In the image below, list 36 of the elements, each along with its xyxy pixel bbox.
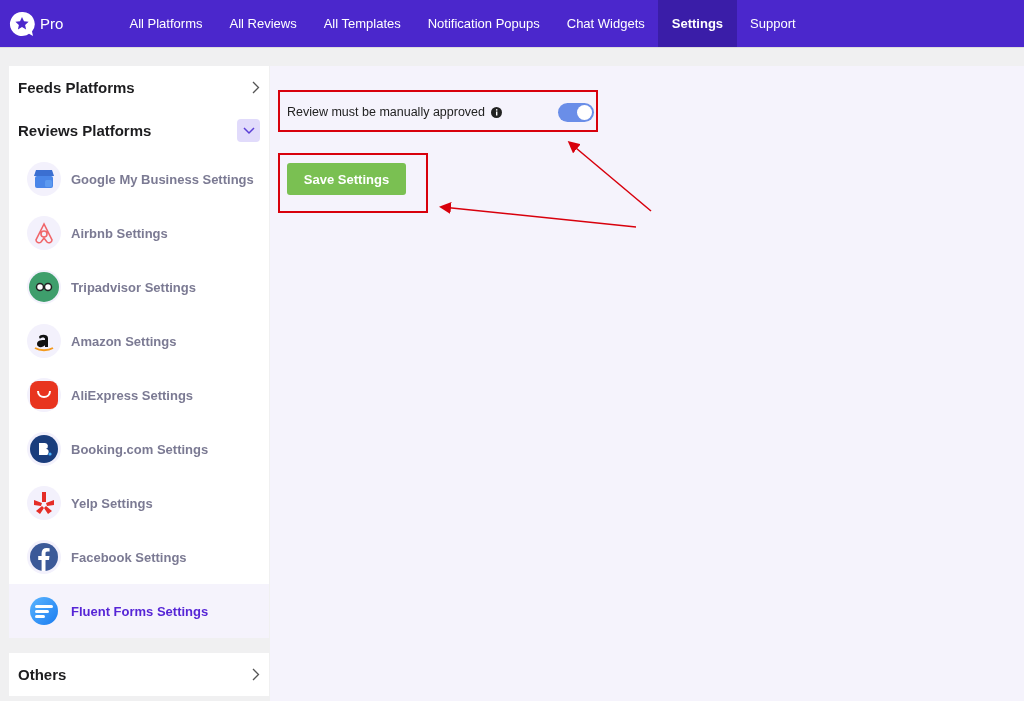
owl-eyes-icon <box>27 270 61 304</box>
nav-tab[interactable]: All Templates <box>310 0 415 47</box>
nav-tab[interactable]: All Platforms <box>116 0 216 47</box>
section-heading[interactable]: Feeds Platforms <box>18 79 135 96</box>
sidebar-item[interactable]: Facebook Settings <box>9 530 269 584</box>
nav-tab[interactable]: Notification Popups <box>414 0 554 47</box>
chevron-right-icon[interactable] <box>252 668 260 681</box>
storefront-icon <box>27 162 61 196</box>
shopping-bag-icon <box>27 378 61 412</box>
sidebar-item[interactable]: Amazon Settings <box>9 314 269 368</box>
section-heading[interactable]: Reviews Platforms <box>18 122 152 139</box>
star-bubble-logo-icon <box>9 10 35 37</box>
letter-f-icon <box>27 540 61 574</box>
sidebar-item[interactable]: Yelp Settings <box>9 476 269 530</box>
arch-logo-icon <box>27 216 61 250</box>
option-label: Review must be manually approved <box>287 105 486 119</box>
stacked-lines-icon <box>27 594 61 628</box>
sidebar-item[interactable]: Tripadvisor Settings <box>9 260 269 314</box>
letter-a-smile-icon <box>27 324 61 358</box>
nav-tab[interactable]: Chat Widgets <box>553 0 659 47</box>
brand-name: Pro <box>40 15 64 32</box>
section-heading[interactable]: Others <box>18 666 67 683</box>
toggle-switch[interactable] <box>558 102 594 122</box>
sidebar-item[interactable]: Booking.com Settings <box>9 422 269 476</box>
nav-tab[interactable]: Settings <box>658 0 737 47</box>
chevron-right-icon[interactable] <box>252 81 260 94</box>
letter-b-icon <box>27 432 61 466</box>
sidebar-item[interactable]: Fluent Forms Settings <box>9 584 269 638</box>
nav-tab[interactable]: Support <box>736 0 810 47</box>
starburst-icon <box>27 486 61 520</box>
sidebar-item[interactable]: Google My Business Settings <box>9 152 269 206</box>
sidebar-item[interactable]: Airbnb Settings <box>9 206 269 260</box>
chevron-down-icon[interactable] <box>237 119 260 142</box>
info-icon <box>491 106 503 118</box>
sidebar-item[interactable]: AliExpress Settings <box>9 368 269 422</box>
nav-tab[interactable]: All Reviews <box>215 0 311 47</box>
